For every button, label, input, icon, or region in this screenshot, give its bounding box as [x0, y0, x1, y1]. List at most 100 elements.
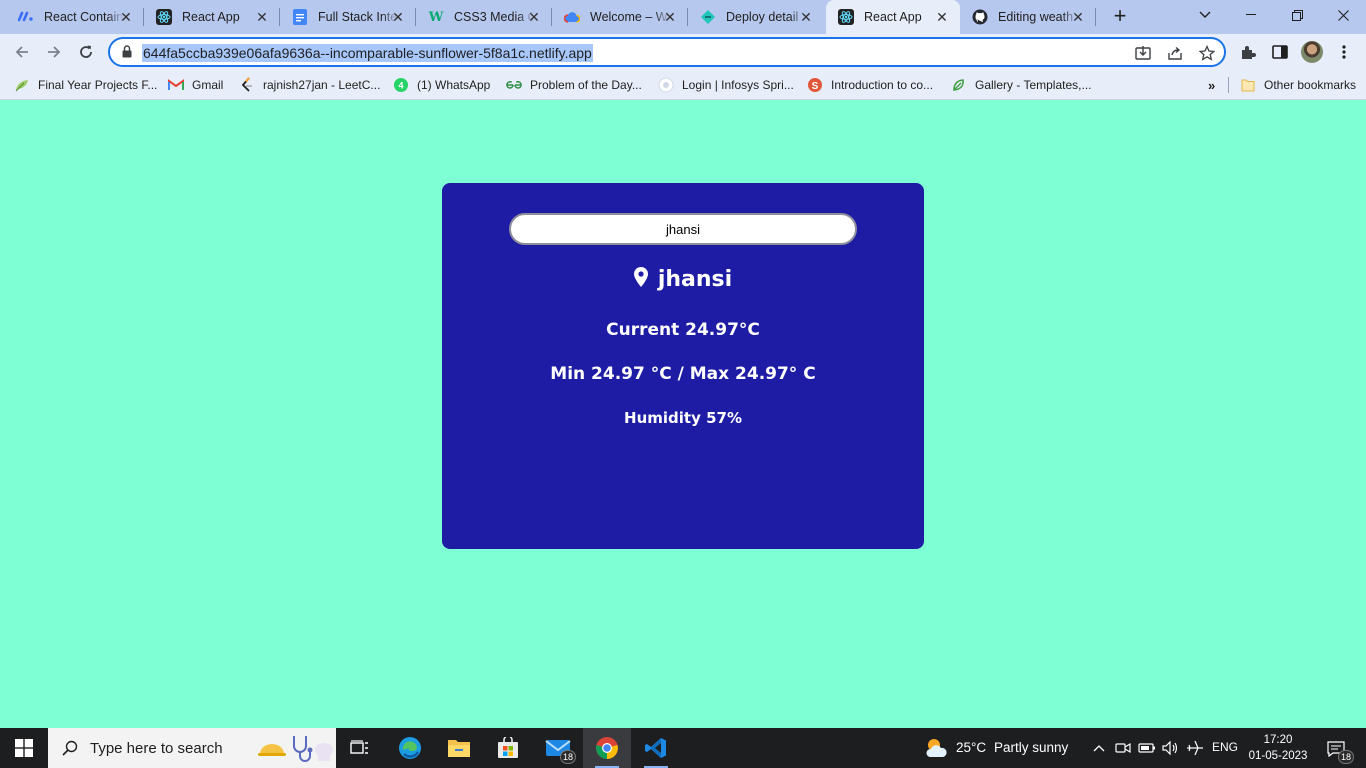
forward-button[interactable] [42, 40, 66, 64]
minimize-button[interactable] [1228, 0, 1274, 30]
google-docs-icon [292, 9, 308, 25]
close-window-button[interactable] [1320, 0, 1366, 30]
close-icon [1337, 9, 1349, 21]
more-bookmarks-button[interactable]: » [1208, 76, 1215, 94]
bookmark-label: (1) WhatsApp [417, 78, 491, 92]
bookmark-final-year[interactable]: Final Year Projects F... [14, 76, 157, 94]
city-search-input[interactable] [509, 213, 857, 245]
vscode-app-button[interactable] [632, 728, 680, 768]
bookmark-label: Login | Infosys Spri... [682, 78, 794, 92]
tab-react-app-active[interactable]: React App ✕ [826, 0, 960, 34]
chevron-up-icon[interactable] [1090, 739, 1108, 757]
close-tab-icon[interactable]: ✕ [526, 9, 542, 25]
tab-react-app[interactable]: React App ✕ [144, 0, 280, 34]
search-highlight-icon [258, 732, 334, 764]
w3schools-icon: W [428, 9, 444, 25]
weather-condition[interactable]: Partly sunny [994, 740, 1068, 755]
close-tab-icon[interactable]: ✕ [254, 9, 270, 25]
airplane-mode-icon[interactable] [1186, 739, 1204, 757]
share-icon[interactable] [1166, 44, 1184, 62]
bookmark-label: Gallery - Templates,... [975, 78, 1092, 92]
tab-title: React Contain [44, 10, 124, 24]
store-icon [498, 737, 518, 758]
city-name: jhansi [657, 267, 733, 292]
tab-title: Full Stack Inte [318, 10, 398, 24]
close-tab-icon[interactable]: ✕ [934, 9, 950, 25]
bookmark-whatsapp[interactable]: 4 (1) WhatsApp [393, 76, 490, 94]
folder-icon [448, 740, 470, 757]
tab-search-button[interactable] [1182, 0, 1228, 30]
back-button[interactable] [10, 40, 34, 64]
tab-title: Welcome – W [590, 10, 668, 24]
tab-welcome[interactable]: Welcome – W ✕ [552, 0, 688, 34]
tab-title: CSS3 Media C [454, 10, 534, 24]
system-clock[interactable]: 17:20 01-05-2023 [1240, 732, 1316, 764]
chrome-app-button[interactable] [583, 728, 631, 768]
volume-icon[interactable] [1162, 739, 1180, 757]
tab-divider [1095, 8, 1096, 26]
extensions-icon[interactable] [1238, 42, 1258, 62]
close-tab-icon[interactable]: ✕ [390, 9, 406, 25]
task-view-button[interactable] [336, 728, 384, 768]
microsoft-store-button[interactable] [484, 728, 532, 768]
menu-kebab-icon[interactable] [1334, 42, 1354, 62]
bookmarks-bar: Final Year Projects F... Gmail rajnish27… [0, 70, 1366, 100]
netlify-icon [700, 9, 716, 25]
search-placeholder: Type here to search [90, 739, 223, 757]
url-text[interactable]: 644fa5ccba939e06afa9636a--incomparable-s… [142, 44, 593, 62]
edge-app-button[interactable] [386, 728, 434, 768]
mail-unread-badge: 18 [560, 750, 576, 764]
notification-center-button[interactable]: 18 [1324, 738, 1354, 764]
tab-full-stack[interactable]: Full Stack Inte ✕ [280, 0, 416, 34]
start-button[interactable] [0, 728, 48, 768]
close-tab-icon[interactable]: ✕ [662, 9, 678, 25]
whatsapp-icon: 4 [393, 77, 409, 93]
bookmark-label: Gmail [192, 78, 224, 92]
bookmark-star-icon[interactable] [1198, 44, 1216, 62]
monday-icon [18, 9, 34, 25]
chrome-icon [596, 737, 618, 759]
humidity: Humidity 57% [624, 409, 742, 427]
bookmark-gfg[interactable]: Problem of the Day... [506, 76, 642, 94]
address-bar[interactable]: 644fa5ccba939e06afa9636a--incomparable-s… [108, 37, 1226, 67]
close-tab-icon[interactable]: ✕ [118, 9, 134, 25]
bookmark-leetcode[interactable]: rajnish27jan - LeetC... [239, 76, 380, 94]
mail-app-button[interactable]: 18 [534, 728, 582, 768]
meet-now-icon[interactable] [1114, 739, 1132, 757]
restore-button[interactable] [1274, 0, 1320, 30]
task-view-icon [350, 740, 368, 754]
tab-deploy-details[interactable]: Deploy detail ✕ [688, 0, 824, 34]
taskbar-search-box[interactable]: Type here to search [48, 728, 336, 768]
bookmark-intro[interactable]: S Introduction to co... [807, 76, 933, 94]
side-panel-icon[interactable] [1270, 42, 1290, 62]
react-icon [838, 9, 854, 25]
new-tab-button[interactable]: + [1108, 5, 1132, 29]
bookmark-infosys[interactable]: Login | Infosys Spri... [658, 76, 794, 94]
weather-temp[interactable]: 25°C [956, 740, 986, 755]
profile-avatar[interactable] [1301, 41, 1323, 63]
tab-css3-media[interactable]: W CSS3 Media C ✕ [416, 0, 552, 34]
chevron-down-icon [1199, 11, 1211, 18]
tab-strip: React Contain ✕ React App ✕ Full Stack I… [0, 0, 1366, 34]
input-language[interactable]: ENG [1212, 740, 1238, 754]
close-tab-icon[interactable]: ✕ [1070, 9, 1086, 25]
reload-button[interactable] [74, 40, 98, 64]
windows-logo-icon [15, 739, 33, 757]
clock-date: 01-05-2023 [1248, 750, 1308, 762]
weather-card: jhansi Current 24.97°C Min 24.97 °C / Ma… [442, 183, 924, 549]
bookmark-gallery[interactable]: Gallery - Templates,... [951, 76, 1091, 94]
bookmark-label: Other bookmarks [1264, 78, 1357, 92]
other-bookmarks-folder[interactable]: Other bookmarks [1240, 76, 1356, 94]
tab-editing-weather[interactable]: Editing weath ✕ [960, 0, 1096, 34]
folder-icon [1240, 77, 1256, 93]
bookmark-label: Final Year Projects F... [38, 78, 158, 92]
close-tab-icon[interactable]: ✕ [798, 9, 814, 25]
battery-icon[interactable] [1138, 739, 1156, 757]
min-max-temperature: Min 24.97 °C / Max 24.97° C [550, 364, 816, 384]
stepik-icon: S [807, 77, 823, 93]
tab-react-container[interactable]: React Contain ✕ [0, 0, 144, 34]
bookmark-gmail[interactable]: Gmail [168, 76, 223, 94]
install-app-icon[interactable] [1134, 44, 1152, 62]
file-explorer-button[interactable] [435, 728, 483, 768]
bookmark-label: rajnish27jan - LeetC... [263, 78, 381, 92]
